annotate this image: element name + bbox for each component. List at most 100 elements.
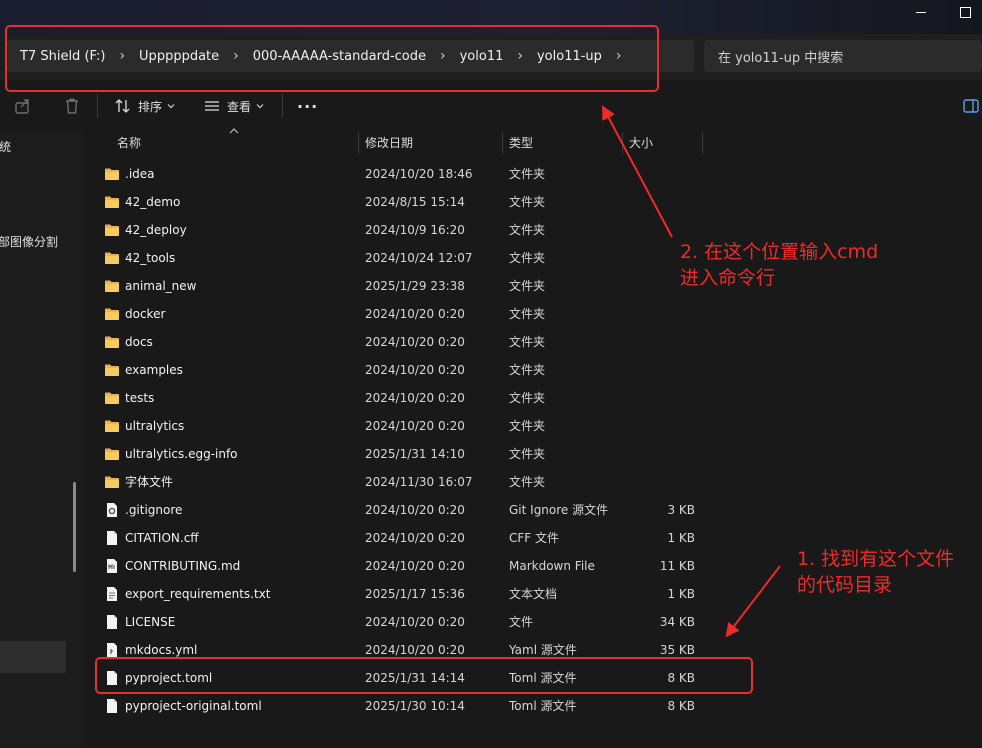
annotation-step-1-line-2: 的代码目录 <box>797 574 893 596</box>
file-type: 文件夹 <box>509 335 546 349</box>
file-name: .idea <box>125 167 155 181</box>
delete-button[interactable] <box>63 92 81 120</box>
maximize-button[interactable] <box>942 0 982 24</box>
toolbar-divider <box>97 94 98 118</box>
file-size <box>629 412 695 440</box>
file-row[interactable]: 42_demo 2024/8/15 15:14 文件夹 <box>100 188 760 216</box>
file-name: 42_tools <box>125 251 176 265</box>
file-modified-date: 2024/10/20 0:20 <box>365 503 465 517</box>
file-row[interactable]: animal_new 2025/1/29 23:38 文件夹 <box>100 272 760 300</box>
text-file-icon <box>104 586 120 602</box>
column-header-type[interactable]: 类型 <box>509 130 533 156</box>
file-row[interactable]: 42_tools 2024/10/24 12:07 文件夹 <box>100 244 760 272</box>
column-divider[interactable] <box>358 132 359 154</box>
folder-icon <box>104 334 120 350</box>
file-row[interactable]: .gitignore 2024/10/20 0:20 Git Ignore 源文件 3… <box>100 496 760 524</box>
column-header-row: 名称 修改日期 类型 大小 <box>84 128 982 156</box>
gear-file-icon <box>104 502 120 518</box>
sort-icon <box>115 99 130 113</box>
sort-button[interactable]: 排序 <box>114 92 176 120</box>
folder-icon <box>104 250 120 266</box>
file-modified-date: 2024/10/20 0:20 <box>365 307 465 321</box>
file-modified-date: 2024/10/20 0:20 <box>365 419 465 433</box>
folder-icon <box>104 362 120 378</box>
file-icon <box>104 698 120 714</box>
file-type: 文件夹 <box>509 447 546 461</box>
share-button[interactable] <box>14 92 32 120</box>
file-type: Markdown File <box>509 559 595 573</box>
more-options-button[interactable]: ··· <box>297 92 318 120</box>
file-modified-date: 2024/10/24 12:07 <box>365 251 473 265</box>
file-name: 42_deploy <box>125 223 187 237</box>
file-row[interactable]: pyproject-original.toml 2025/1/30 10:14 To… <box>100 692 760 720</box>
file-type: 文件 <box>509 615 534 629</box>
view-button[interactable]: 查看 <box>203 92 265 120</box>
file-size <box>629 328 695 356</box>
file-type: 文件夹 <box>509 419 546 433</box>
file-type: Git Ignore 源文件 <box>509 503 609 517</box>
yaml-file-icon <box>104 642 120 658</box>
file-row[interactable]: 字体文件 2024/11/30 16:07 文件夹 <box>100 468 760 496</box>
annotation-step-2: 2. 在这个位置输入cmd 进入命令行 <box>680 239 878 291</box>
column-divider[interactable] <box>502 132 503 154</box>
file-size: 1 KB <box>667 531 695 545</box>
view-label: 查看 <box>227 99 252 114</box>
file-name: 字体文件 <box>125 475 174 489</box>
details-pane-button[interactable] <box>962 92 980 120</box>
file-modified-date: 2024/10/20 0:20 <box>365 615 465 629</box>
file-type: 文件夹 <box>509 475 546 489</box>
nav-item-lung-segmentation[interactable]: 肺部图像分割 <box>0 233 58 250</box>
file-row[interactable]: 42_deploy 2024/10/9 16:20 文件夹 <box>100 216 760 244</box>
sort-label: 排序 <box>138 99 163 114</box>
file-name: docker <box>125 307 166 321</box>
column-divider[interactable] <box>622 132 623 154</box>
file-size: 8 KB <box>667 699 695 713</box>
column-header-date[interactable]: 修改日期 <box>365 130 413 156</box>
file-type: 文件夹 <box>509 391 546 405</box>
folder-icon <box>104 306 120 322</box>
file-row[interactable]: ultralytics 2024/10/20 0:20 文件夹 <box>100 412 760 440</box>
file-name: examples <box>125 363 183 377</box>
nav-item-selected[interactable] <box>0 641 66 673</box>
file-row[interactable]: CITATION.cff 2024/10/20 0:20 CFF 文件 1 KB <box>100 524 760 552</box>
file-row[interactable]: export_requirements.txt 2025/1/17 15:36 文本… <box>100 580 760 608</box>
file-icon <box>104 530 120 546</box>
file-type: 文本文档 <box>509 587 558 601</box>
file-row[interactable]: LICENSE 2024/10/20 0:20 文件 34 KB <box>100 608 760 636</box>
minimize-button[interactable] <box>898 0 944 24</box>
nav-scrollbar[interactable] <box>73 482 76 572</box>
markdown-file-icon <box>104 558 120 574</box>
file-row[interactable]: tests 2024/10/20 0:20 文件夹 <box>100 384 760 412</box>
annotation-step-2-line-1: 2. 在这个位置输入cmd <box>680 241 879 263</box>
file-name: tests <box>125 391 155 405</box>
file-modified-date: 2025/1/31 14:10 <box>365 447 465 461</box>
file-row[interactable]: docs 2024/10/20 0:20 文件夹 <box>100 328 760 356</box>
file-size <box>629 160 695 188</box>
search-placeholder: 在 yolo11-up 中搜索 <box>718 50 844 66</box>
file-size <box>629 440 695 468</box>
file-row[interactable]: ultralytics.egg-info 2025/1/31 14:10 文件夹 <box>100 440 760 468</box>
file-name: ultralytics.egg-info <box>125 447 238 461</box>
search-input[interactable]: 在 yolo11-up 中搜索 <box>704 40 982 72</box>
file-icon <box>104 614 120 630</box>
file-type: 文件夹 <box>509 307 546 321</box>
file-row[interactable]: docker 2024/10/20 0:20 文件夹 <box>100 300 760 328</box>
annotation-step-1-line-1: 1. 找到有这个文件 <box>797 548 955 570</box>
nav-item-system[interactable]: 系统 <box>0 138 11 155</box>
file-type: 文件夹 <box>509 223 546 237</box>
folder-icon <box>104 418 120 434</box>
toolbar-divider <box>282 94 283 118</box>
file-type: CFF 文件 <box>509 531 559 545</box>
file-size <box>629 356 695 384</box>
file-row[interactable]: examples 2024/10/20 0:20 文件夹 <box>100 356 760 384</box>
annotation-step-1: 1. 找到有这个文件 的代码目录 <box>797 546 954 598</box>
file-row[interactable]: CONTRIBUTING.md 2024/10/20 0:20 Markdown F… <box>100 552 760 580</box>
file-modified-date: 2024/10/20 0:20 <box>365 391 465 405</box>
chevron-down-icon <box>256 104 264 109</box>
column-header-size[interactable]: 大小 <box>629 130 653 156</box>
file-modified-date: 2024/8/15 15:14 <box>365 195 465 209</box>
file-row[interactable]: .idea 2024/10/20 18:46 文件夹 <box>100 160 760 188</box>
column-divider[interactable] <box>702 132 703 154</box>
column-header-name[interactable]: 名称 <box>117 130 141 156</box>
maximize-icon <box>959 6 971 18</box>
